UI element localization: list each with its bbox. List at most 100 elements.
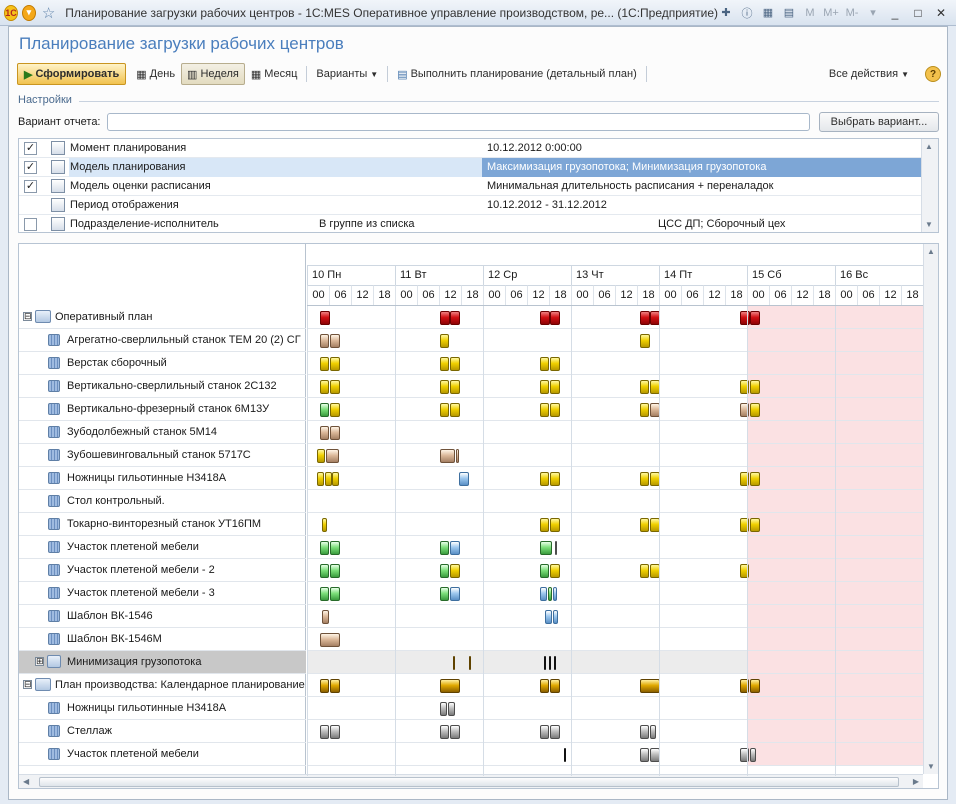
task-bar[interactable] xyxy=(319,564,329,578)
task-bar[interactable] xyxy=(455,449,459,463)
resource-row[interactable]: Участок плетеной мебели xyxy=(19,743,306,766)
task-bar[interactable] xyxy=(330,357,340,371)
task-bar[interactable] xyxy=(330,380,340,394)
task-bar[interactable] xyxy=(326,449,339,463)
parameter-value[interactable]: 10.12.2012 0:00:00 xyxy=(482,139,921,158)
task-bar[interactable] xyxy=(319,380,329,394)
task-bar[interactable] xyxy=(639,311,650,325)
task-bar[interactable] xyxy=(330,541,340,555)
task-bar[interactable] xyxy=(439,380,449,394)
resource-row[interactable]: Зубодолбежный станок 5М14 xyxy=(19,421,306,444)
collapse-icon[interactable]: ⊟ xyxy=(23,312,32,321)
task-bar[interactable] xyxy=(539,472,549,486)
resource-row[interactable]: Верстак сборочный xyxy=(19,352,306,375)
task-bar[interactable] xyxy=(554,541,557,555)
task-bar[interactable] xyxy=(539,564,549,578)
task-bar[interactable] xyxy=(639,472,649,486)
task-bar[interactable] xyxy=(750,380,760,394)
resource-row[interactable]: Стол контрольный. xyxy=(19,490,306,513)
settings-row[interactable]: ✓ Модель оценки расписания Минимальная дли… xyxy=(19,177,921,196)
settings-row[interactable]: ✓ Модель планирования Максимизация грузопо… xyxy=(19,158,921,177)
task-bar[interactable] xyxy=(439,725,449,739)
parameter-condition[interactable]: В группе из списка xyxy=(317,215,652,232)
scroll-up-icon[interactable]: ▲ xyxy=(925,142,933,151)
resource-row[interactable]: Стеллаж xyxy=(19,720,306,743)
task-bar[interactable] xyxy=(639,564,649,578)
task-bar[interactable] xyxy=(549,656,551,670)
scrollbar-thumb[interactable] xyxy=(39,777,899,787)
resource-row[interactable]: Вертикально-сверлильный станок 2С132 xyxy=(19,375,306,398)
task-bar[interactable] xyxy=(553,587,557,601)
task-bar[interactable] xyxy=(639,748,649,762)
expand-icon[interactable]: ⊞ xyxy=(35,657,44,666)
task-bar[interactable] xyxy=(319,403,329,417)
scroll-left-icon[interactable]: ◀ xyxy=(23,777,29,786)
resource-row[interactable]: Токарно-винторезный станок УТ16ПМ xyxy=(19,513,306,536)
resource-row[interactable]: ⊟ Оперативный план xyxy=(19,306,306,329)
task-bar[interactable] xyxy=(553,610,558,624)
task-bar[interactable] xyxy=(332,472,339,486)
task-bar[interactable] xyxy=(450,357,460,371)
task-bar[interactable] xyxy=(739,311,750,325)
add-favorite-icon[interactable]: ✚ xyxy=(718,5,734,21)
task-bar[interactable] xyxy=(539,311,550,325)
resource-row[interactable]: Ножницы гильотинные Н3418А xyxy=(19,467,306,490)
task-bar[interactable] xyxy=(330,564,340,578)
parameter-value[interactable]: ЦСС ДП; Сборочный цех xyxy=(656,215,919,232)
resource-row[interactable]: Зубошевинговальный станок 5717С xyxy=(19,444,306,467)
task-bar[interactable] xyxy=(539,541,552,555)
task-bar[interactable] xyxy=(322,610,329,624)
scroll-down-icon[interactable]: ▼ xyxy=(927,762,935,771)
use-checkbox[interactable]: ✓ xyxy=(24,161,37,174)
task-bar[interactable] xyxy=(639,518,649,532)
app-logo-icon[interactable]: 1С xyxy=(4,4,18,21)
day-button[interactable]: ▦ День xyxy=(130,63,181,85)
task-bar[interactable] xyxy=(639,380,649,394)
close-button[interactable]: ✕ xyxy=(932,5,950,21)
task-bar[interactable] xyxy=(450,725,460,739)
task-bar[interactable] xyxy=(439,564,449,578)
memory-mminus-icon[interactable]: M- xyxy=(844,5,860,21)
task-bar[interactable] xyxy=(439,541,449,555)
task-bar[interactable] xyxy=(548,587,552,601)
task-bar[interactable] xyxy=(750,748,756,762)
gantt-vertical-scrollbar[interactable]: ▲ ▼ xyxy=(923,244,938,774)
task-bar[interactable] xyxy=(317,449,325,463)
task-bar[interactable] xyxy=(544,656,546,670)
task-bar[interactable] xyxy=(439,679,460,693)
task-bar[interactable] xyxy=(317,472,324,486)
task-bar[interactable] xyxy=(750,472,760,486)
task-bar[interactable] xyxy=(750,679,760,693)
settings-scrollbar[interactable]: ▲ ▼ xyxy=(921,139,938,232)
task-bar[interactable] xyxy=(539,357,549,371)
resource-row[interactable]: Участок плетеной мебели - 2 xyxy=(19,559,306,582)
task-bar[interactable] xyxy=(469,656,471,670)
task-bar[interactable] xyxy=(439,449,455,463)
maximize-button[interactable]: □ xyxy=(909,5,927,21)
collapse-icon[interactable]: ⊟ xyxy=(23,680,32,689)
task-bar[interactable] xyxy=(750,518,760,532)
resource-row[interactable]: ⊟ План производства: Календарное планиров… xyxy=(19,674,306,697)
task-bar[interactable] xyxy=(550,472,560,486)
task-bar[interactable] xyxy=(330,679,340,693)
chevron-down-icon[interactable]: ▾ xyxy=(865,5,881,21)
task-bar[interactable] xyxy=(324,472,332,486)
info-icon[interactable]: ⓘ xyxy=(739,5,755,21)
task-bar[interactable] xyxy=(550,357,560,371)
task-bar[interactable] xyxy=(459,472,469,486)
task-bar[interactable] xyxy=(439,357,449,371)
task-bar[interactable] xyxy=(450,541,460,555)
task-bar[interactable] xyxy=(650,725,656,739)
select-variant-button[interactable]: Выбрать вариант... xyxy=(819,112,939,132)
task-bar[interactable] xyxy=(539,725,549,739)
task-bar[interactable] xyxy=(330,587,340,601)
resource-row[interactable]: Ножницы гильотинные Н3418А xyxy=(19,697,306,720)
task-bar[interactable] xyxy=(439,334,449,348)
favorite-star-icon[interactable]: ☆ xyxy=(42,4,55,22)
task-bar[interactable] xyxy=(439,311,450,325)
task-bar[interactable] xyxy=(544,610,552,624)
use-checkbox[interactable]: ✓ xyxy=(24,142,37,155)
variants-dropdown[interactable]: Варианты ▼ xyxy=(310,63,384,85)
calculator-icon[interactable]: ▦ xyxy=(760,5,776,21)
task-bar[interactable] xyxy=(450,380,460,394)
